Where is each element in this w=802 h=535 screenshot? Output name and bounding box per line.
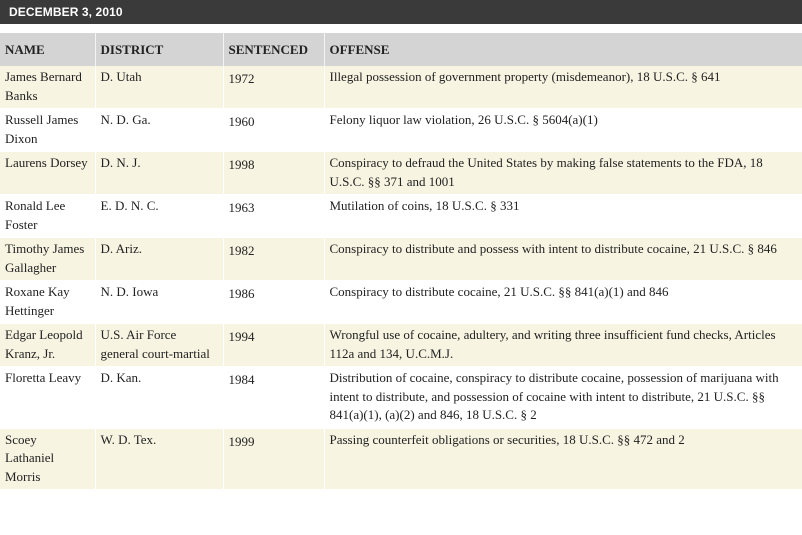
- table-body: James Bernard Banks D. Utah 1972 Illegal…: [0, 66, 802, 490]
- cell-offense: Mutilation of coins, 18 U.S.C. § 331: [323, 194, 802, 238]
- cell-district: U.S. Air Force general court-martial: [94, 323, 223, 367]
- cell-offense: Illegal possession of government propert…: [323, 66, 802, 109]
- cell-district: D. Ariz.: [94, 237, 223, 281]
- cell-name: Ronald Lee Foster: [0, 194, 95, 238]
- column-header-offense: OFFENSE: [323, 33, 802, 66]
- cell-name: Timothy James Gallagher: [0, 237, 95, 281]
- cell-district: E. D. N. C.: [94, 194, 223, 238]
- cell-district: D. N. J.: [94, 151, 223, 195]
- table-header: NAME DISTRICT SENTENCED OFFENSE: [0, 33, 802, 66]
- table-row: James Bernard Banks D. Utah 1972 Illegal…: [0, 66, 802, 109]
- cell-offense: Wrongful use of cocaine, adultery, and w…: [323, 323, 802, 367]
- table-row: Edgar Leopold Kranz, Jr. U.S. Air Force …: [0, 323, 802, 367]
- table-header-row: NAME DISTRICT SENTENCED OFFENSE: [0, 33, 802, 66]
- cell-name: Laurens Dorsey: [0, 151, 95, 195]
- cell-district: N. D. Ga.: [94, 108, 223, 152]
- column-header-name: NAME: [0, 33, 95, 66]
- cell-sentenced: 1999: [222, 428, 324, 490]
- cell-district: D. Kan.: [94, 366, 223, 429]
- table-row: Timothy James Gallagher D. Ariz. 1982 Co…: [0, 237, 802, 281]
- cell-sentenced: 1986: [222, 280, 324, 324]
- cell-sentenced: 1960: [222, 108, 324, 152]
- table-row: Russell James Dixon N. D. Ga. 1960 Felon…: [0, 108, 802, 152]
- cell-sentenced: 1982: [222, 237, 324, 281]
- table-row: Ronald Lee Foster E. D. N. C. 1963 Mutil…: [0, 194, 802, 238]
- cell-offense: Distribution of cocaine, conspiracy to d…: [323, 366, 802, 429]
- cell-offense: Conspiracy to distribute and possess wit…: [323, 237, 802, 281]
- cell-name: Floretta Leavy: [0, 366, 95, 429]
- cell-sentenced: 1984: [222, 366, 324, 429]
- table-row: Laurens Dorsey D. N. J. 1998 Conspiracy …: [0, 151, 802, 195]
- cell-name: Edgar Leopold Kranz, Jr.: [0, 323, 95, 367]
- cell-sentenced: 1994: [222, 323, 324, 367]
- cell-sentenced: 1963: [222, 194, 324, 238]
- cell-sentenced: 1972: [222, 66, 324, 109]
- table-row: Scoey Lathaniel Morris W. D. Tex. 1999 P…: [0, 428, 802, 490]
- column-header-district: DISTRICT: [94, 33, 223, 66]
- table-row: Floretta Leavy D. Kan. 1984 Distribution…: [0, 366, 802, 429]
- cell-name: Russell James Dixon: [0, 108, 95, 152]
- cell-offense: Conspiracy to distribute cocaine, 21 U.S…: [323, 280, 802, 324]
- date-header: DECEMBER 3, 2010: [0, 0, 802, 24]
- pardons-table: NAME DISTRICT SENTENCED OFFENSE James Be…: [0, 33, 802, 490]
- cell-name: Scoey Lathaniel Morris: [0, 428, 95, 490]
- cell-district: W. D. Tex.: [94, 428, 223, 490]
- cell-offense: Felony liquor law violation, 26 U.S.C. §…: [323, 108, 802, 152]
- cell-name: James Bernard Banks: [0, 66, 95, 109]
- cell-name: Roxane Kay Hettinger: [0, 280, 95, 324]
- column-header-sentenced: SENTENCED: [222, 33, 324, 66]
- cell-offense: Conspiracy to defraud the United States …: [323, 151, 802, 195]
- cell-district: N. D. Iowa: [94, 280, 223, 324]
- cell-offense: Passing counterfeit obligations or secur…: [323, 428, 802, 490]
- cell-district: D. Utah: [94, 66, 223, 109]
- table-row: Roxane Kay Hettinger N. D. Iowa 1986 Con…: [0, 280, 802, 324]
- cell-sentenced: 1998: [222, 151, 324, 195]
